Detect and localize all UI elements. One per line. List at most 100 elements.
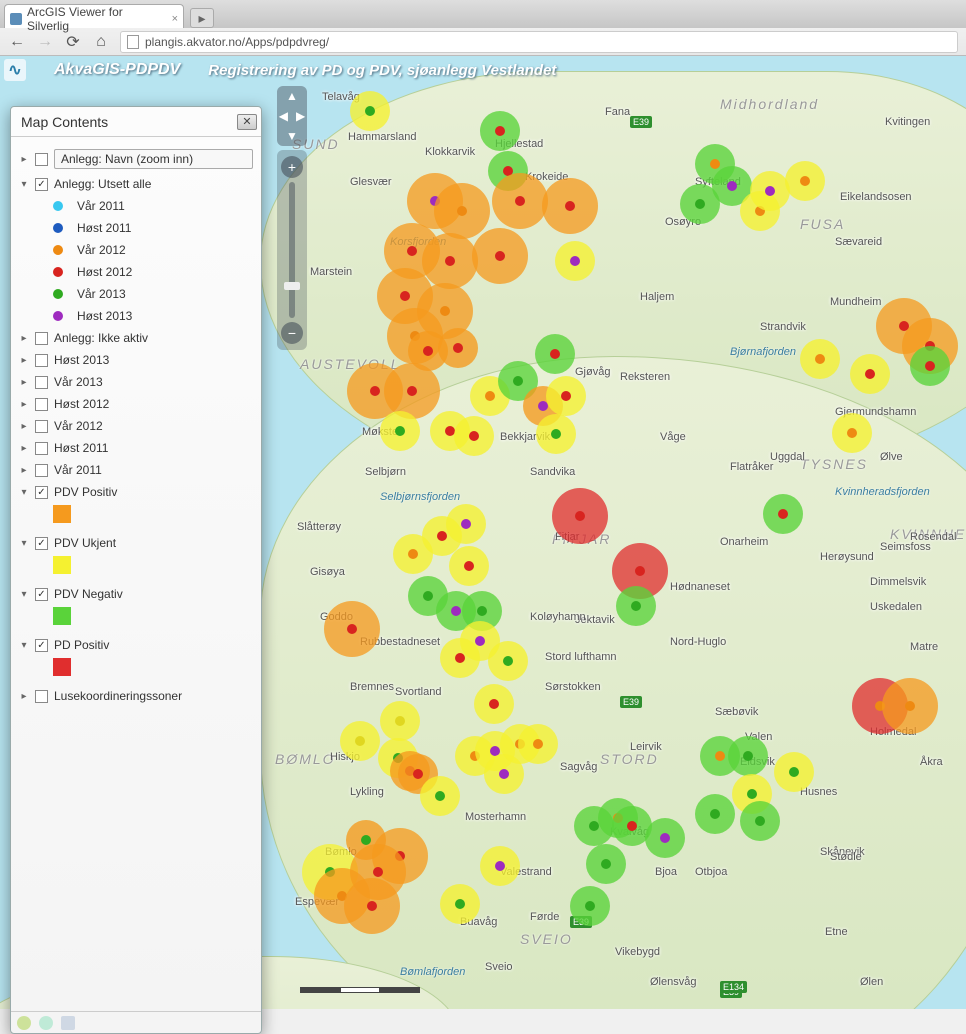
layer-row[interactable]: PDV Positiv — [17, 481, 255, 503]
panel-header[interactable]: Map Contents ✕ — [11, 107, 261, 137]
tab-close-icon[interactable]: × — [172, 13, 178, 25]
expand-caret-icon[interactable] — [19, 154, 29, 165]
expand-caret-icon[interactable] — [19, 640, 29, 651]
footer-layers-icon[interactable] — [17, 1016, 31, 1030]
browser-tab[interactable]: ArcGIS Viewer for Silverlig × — [4, 4, 184, 28]
map-place-label: Mundheim — [830, 296, 881, 308]
expand-caret-icon[interactable] — [19, 691, 29, 702]
map-place-label: Fana — [605, 106, 630, 118]
expand-caret-icon[interactable] — [19, 421, 29, 432]
layer-checkbox[interactable] — [35, 178, 48, 191]
map-place-label: Holmedal — [870, 726, 916, 738]
zoom-out-button[interactable]: − — [281, 322, 303, 344]
expand-caret-icon[interactable] — [19, 355, 29, 366]
url-bar[interactable]: plangis.akvator.no/Apps/pdpdvreg/ — [120, 31, 958, 53]
back-button[interactable]: ← — [8, 33, 26, 51]
map-place-label: Valen — [745, 731, 772, 743]
map-water-label: Selbjørnsfjorden — [380, 491, 460, 503]
layer-checkbox[interactable] — [35, 690, 48, 703]
page-icon — [127, 35, 139, 49]
map-place-label: Slåtterøy — [297, 521, 341, 533]
expand-caret-icon[interactable] — [19, 333, 29, 344]
layer-checkbox[interactable] — [35, 537, 48, 550]
layer-checkbox[interactable] — [35, 639, 48, 652]
zoom-track[interactable] — [289, 182, 295, 318]
expand-caret-icon[interactable] — [19, 589, 29, 600]
layer-row[interactable]: PD Positiv — [17, 634, 255, 656]
layer-label: PDV Ukjent — [54, 536, 253, 550]
map-place-label: Leirvik — [630, 741, 662, 753]
zoom-in-button[interactable]: + — [281, 156, 303, 178]
map-place-label: Eikelandsosen — [840, 191, 912, 203]
layer-checkbox[interactable] — [35, 420, 48, 433]
layer-row[interactable]: PDV Ukjent — [17, 532, 255, 554]
map-place-label: Krokeide — [525, 171, 568, 183]
layer-row[interactable]: Anlegg: Navn (zoom inn) — [17, 145, 255, 173]
pan-compass[interactable]: ▲ ◀ ▶ ▼ — [277, 86, 307, 146]
expand-caret-icon[interactable] — [19, 538, 29, 549]
map-place-label: Valestrand — [500, 866, 552, 878]
footer-globe-icon[interactable] — [39, 1016, 53, 1030]
legend-swatch-icon — [53, 607, 71, 625]
map-place-label: Ølen — [860, 976, 883, 988]
layer-row[interactable]: Vår 2013 — [17, 371, 255, 393]
road-shield: E39 — [620, 696, 642, 708]
url-text: plangis.akvator.no/Apps/pdpdvreg/ — [145, 35, 329, 49]
layer-row[interactable]: Høst 2013 — [17, 349, 255, 371]
layer-row[interactable]: Anlegg: Ikke aktiv — [17, 327, 255, 349]
layer-checkbox[interactable] — [35, 398, 48, 411]
pan-east-icon[interactable]: ▶ — [296, 109, 305, 123]
layer-checkbox[interactable] — [35, 442, 48, 455]
layer-checkbox[interactable] — [35, 464, 48, 477]
expand-caret-icon[interactable] — [19, 179, 29, 190]
layer-label: Høst 2012 — [54, 397, 253, 411]
layer-row[interactable]: Høst 2011 — [17, 437, 255, 459]
expand-caret-icon[interactable] — [19, 465, 29, 476]
map-place-label: Våge — [660, 431, 686, 443]
footer-clipboard-icon[interactable] — [61, 1016, 75, 1030]
map-place-label: Dimmelsvik — [870, 576, 926, 588]
layer-row[interactable]: Anlegg: Utsett alle — [17, 173, 255, 195]
layer-row[interactable]: Vår 2011 — [17, 459, 255, 481]
legend-label: Høst 2013 — [77, 309, 132, 323]
map-place-label: Hiskjo — [330, 751, 360, 763]
new-tab-button[interactable]: ▸ — [190, 8, 214, 28]
zoom-slider[interactable]: + − — [277, 150, 307, 350]
pan-west-icon[interactable]: ◀ — [279, 109, 288, 123]
pan-north-icon[interactable]: ▲ — [286, 89, 298, 103]
layer-checkbox[interactable] — [35, 486, 48, 499]
map-place-label: Rubbestadneset — [360, 636, 440, 648]
layer-checkbox[interactable] — [35, 153, 48, 166]
forward-button[interactable]: → — [36, 33, 54, 51]
map-place-label: Ølensvåg — [650, 976, 696, 988]
map-place-label: Gjøvåg — [575, 366, 610, 378]
expand-caret-icon[interactable] — [19, 399, 29, 410]
app-banner: ∿ AkvaGIS-PDPDV Registrering av PD og PD… — [0, 56, 966, 84]
map-region-label: FUSA — [800, 216, 845, 232]
expand-caret-icon[interactable] — [19, 443, 29, 454]
pan-south-icon[interactable]: ▼ — [286, 129, 298, 143]
layer-row[interactable]: Vår 2012 — [17, 415, 255, 437]
layer-label: PDV Negativ — [54, 587, 253, 601]
home-button[interactable]: ⌂ — [92, 33, 110, 51]
layer-checkbox[interactable] — [35, 376, 48, 389]
map-place-label: Kvitingen — [885, 116, 930, 128]
browser-chrome: ArcGIS Viewer for Silverlig × ▸ ← → ⟳ ⌂ … — [0, 0, 966, 56]
layer-checkbox[interactable] — [35, 588, 48, 601]
expand-caret-icon[interactable] — [19, 487, 29, 498]
layer-row[interactable]: Høst 2012 — [17, 393, 255, 415]
layer-checkbox[interactable] — [35, 354, 48, 367]
zoom-thumb[interactable] — [284, 282, 300, 290]
layer-row[interactable]: PDV Negativ — [17, 583, 255, 605]
map-water-label: Kvinnheradsfjorden — [835, 486, 930, 498]
reload-button[interactable]: ⟳ — [64, 33, 82, 51]
map-place-label: Vikebygd — [615, 946, 660, 958]
expand-caret-icon[interactable] — [19, 377, 29, 388]
map-region-label: TYSNES — [800, 456, 868, 472]
layer-checkbox[interactable] — [35, 332, 48, 345]
panel-close-button[interactable]: ✕ — [237, 114, 257, 130]
map-place-label: Syfteland — [695, 176, 741, 188]
map-water-label: Korsfjorden — [390, 236, 446, 248]
legend-dot-icon — [53, 289, 63, 299]
layer-row[interactable]: Lusekoordineringssoner — [17, 685, 255, 707]
